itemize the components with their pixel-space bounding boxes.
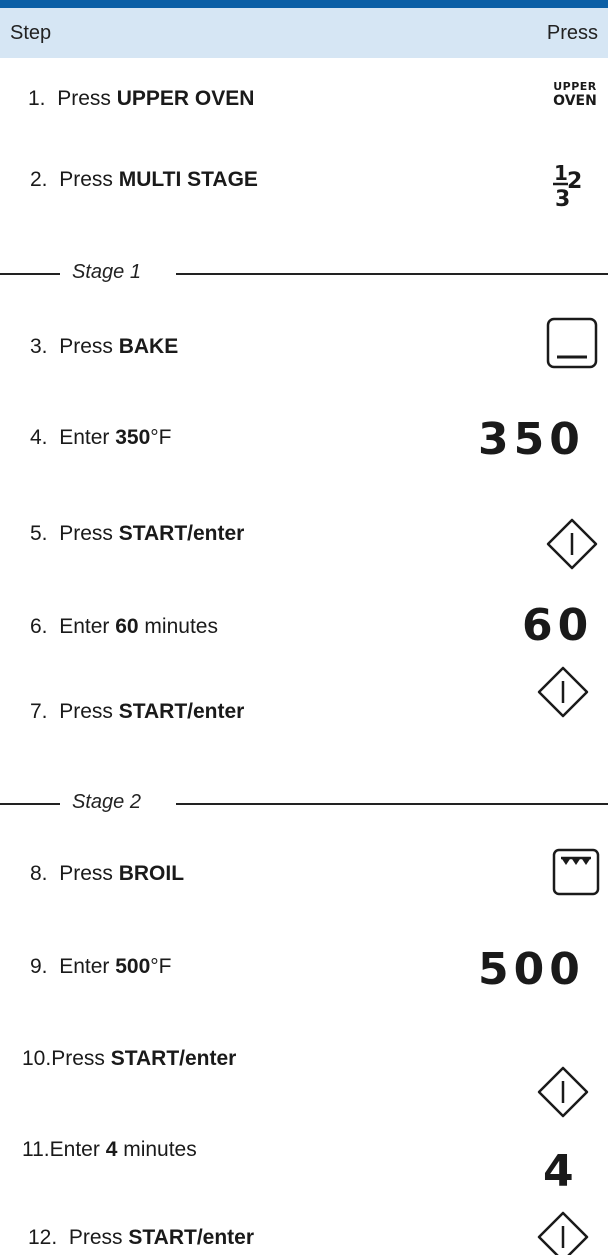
bake-key-icon[interactable] [546, 317, 598, 369]
start-enter-key-icon[interactable] [536, 1210, 590, 1255]
upper-oven-key-line2: OVEN [553, 93, 597, 109]
step-3-text: 3. Press BAKE [30, 335, 179, 358]
step-9-text: 9. Enter 500°F [30, 955, 172, 978]
step-7-text: 7. Press START/enter [30, 700, 245, 723]
top-accent-bar [0, 0, 608, 8]
table-header: Step Press [0, 8, 608, 58]
time-4-key[interactable]: 4 [543, 1150, 579, 1194]
start-enter-key-icon[interactable] [536, 1065, 590, 1119]
start-enter-key-icon[interactable] [545, 517, 599, 571]
step-8-text: 8. Press BROIL [30, 862, 185, 885]
time-60-keys[interactable]: 60 [522, 604, 593, 648]
stage-1-rule-right [176, 273, 608, 275]
stage-2-rule-right [176, 803, 608, 805]
multi-stage-digit-1: 1 [554, 161, 568, 185]
step-2-text: 2. Press MULTI STAGE [30, 168, 258, 191]
multi-stage-digit-3: 3 [555, 187, 570, 210]
temperature-500-keys[interactable]: 500 [478, 948, 585, 992]
broil-key-icon[interactable] [552, 848, 600, 896]
upper-oven-key[interactable]: UPPER OVEN [550, 81, 600, 108]
stage-1-label: Stage 1 [72, 261, 141, 283]
step-4-text: 4. Enter 350°F [30, 426, 172, 449]
start-enter-key-icon[interactable] [536, 665, 590, 719]
step-column-header: Step [10, 21, 52, 44]
stage-2-label: Stage 2 [72, 791, 141, 813]
stage-2-rule-left [0, 803, 60, 805]
step-11-text: 11.Enter 4 minutes [22, 1138, 197, 1161]
step-12-text: 12. Press START/enter [28, 1226, 255, 1249]
step-6-text: 6. Enter 60 minutes [30, 615, 218, 638]
stage-1-rule-left [0, 273, 60, 275]
stage-1-divider: Stage 1 [0, 261, 608, 285]
press-column-header: Press [546, 21, 598, 44]
upper-oven-key-line1: UPPER [553, 80, 597, 93]
multi-stage-key-icon[interactable]: 1 2 3 [552, 160, 592, 210]
step-10-text: 10.Press START/enter [22, 1047, 237, 1070]
stage-2-divider: Stage 2 [0, 791, 608, 815]
step-1-text: 1. Press UPPER OVEN [28, 87, 255, 110]
temperature-350-keys[interactable]: 350 [478, 418, 585, 462]
step-5-text: 5. Press START/enter [30, 522, 245, 545]
